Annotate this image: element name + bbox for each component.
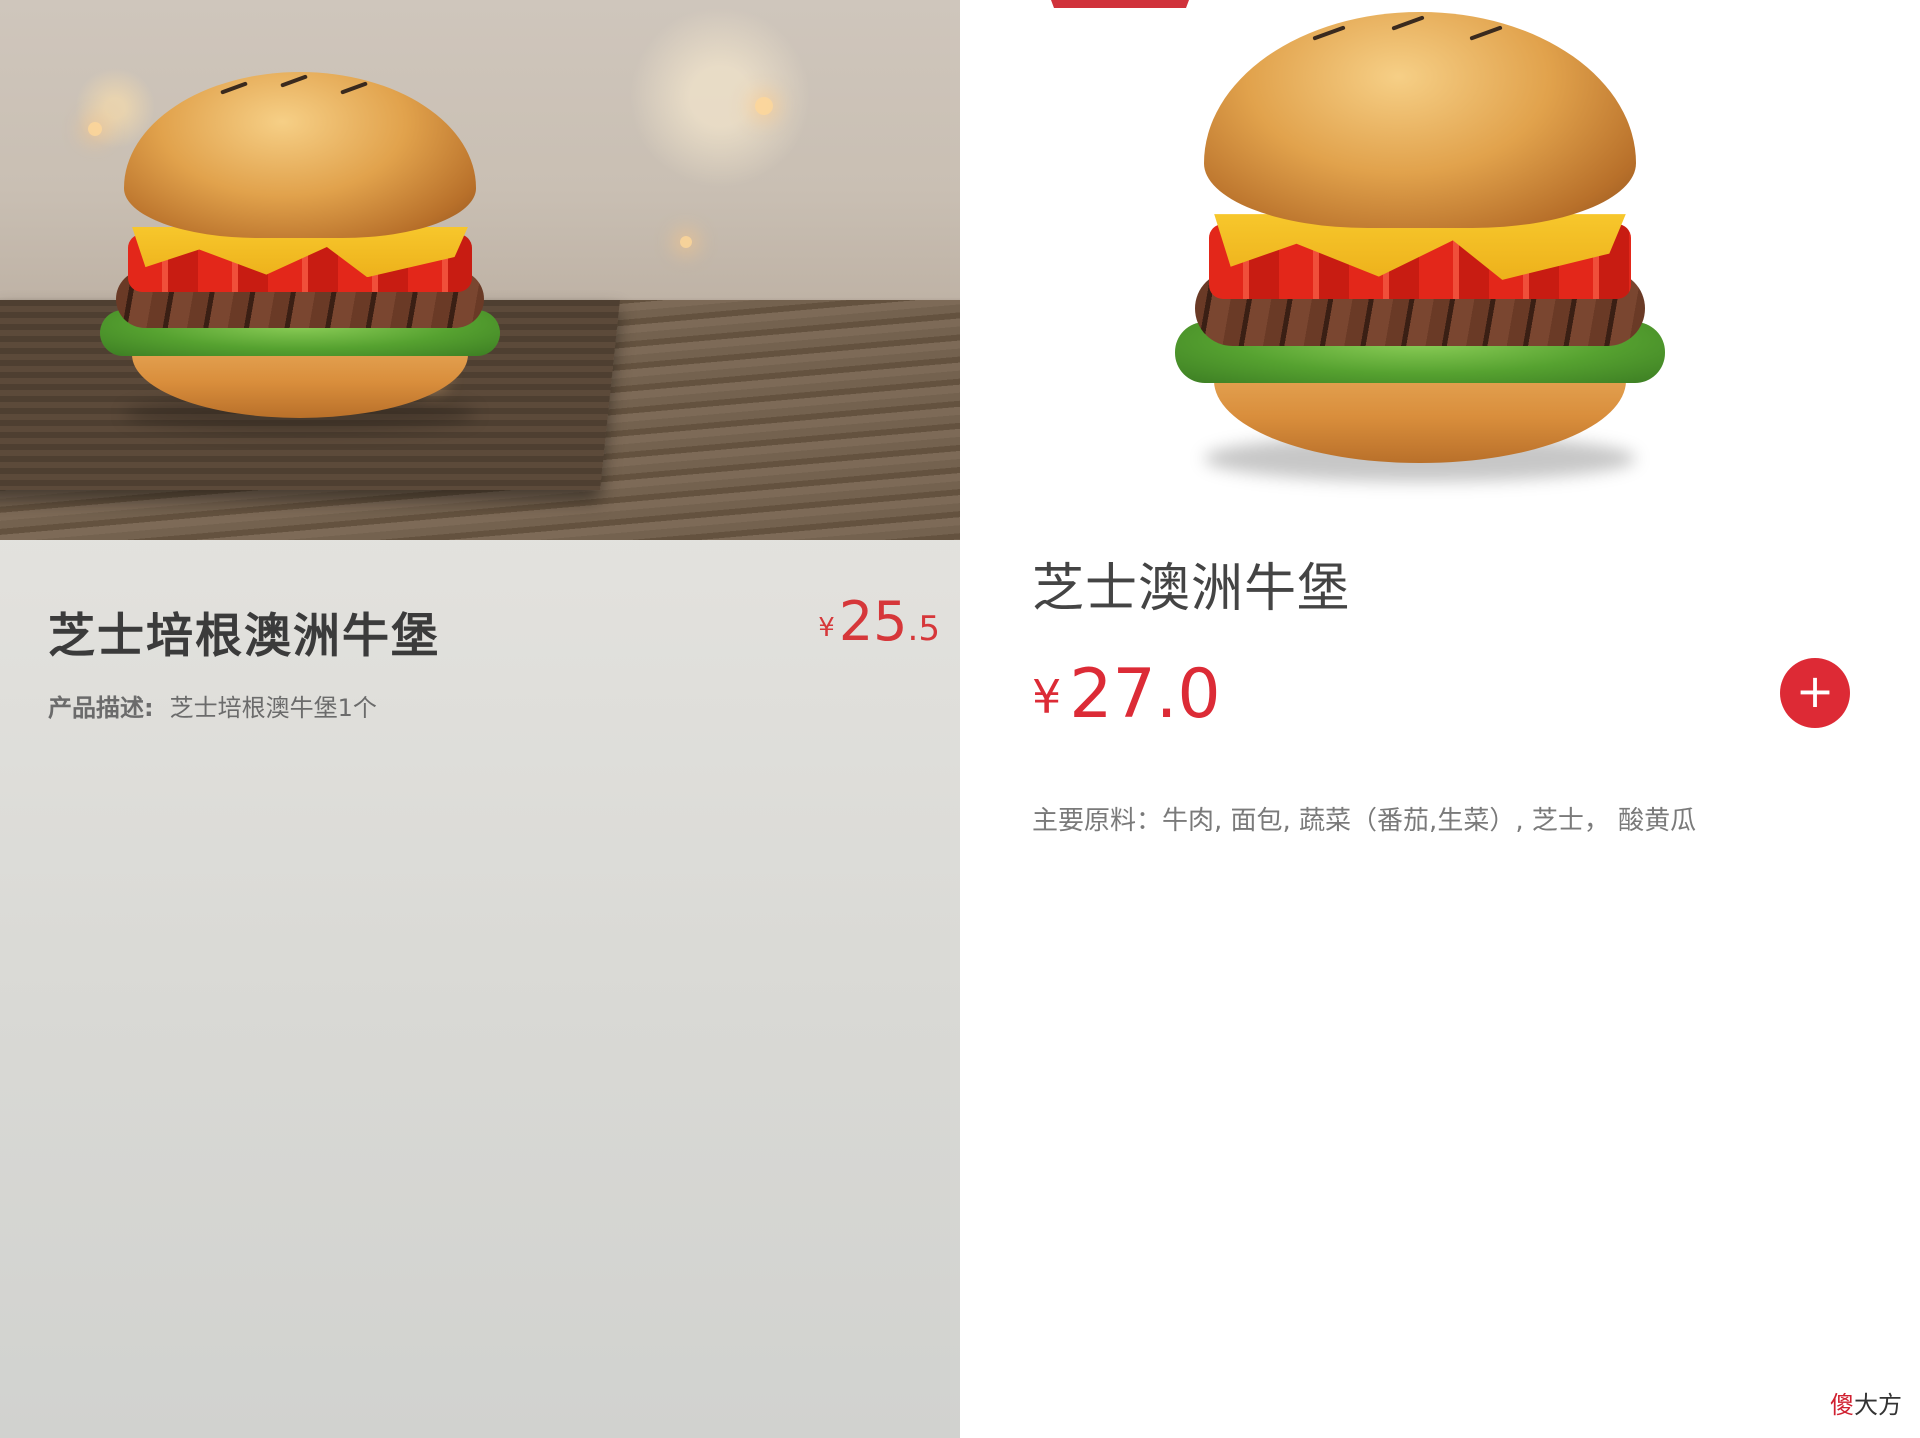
app-product-price: ¥27.0 [1032,655,1221,734]
burger-image [1175,12,1665,482]
price-currency: ¥ [1032,670,1062,724]
kiosk-product-price: ¥25.5 [818,590,940,653]
kiosk-product-title: 芝士培根澳洲牛堡 [48,609,440,664]
app-product-title: 芝士澳洲牛堡 [1032,559,1351,619]
price-integer: 25 [838,590,908,653]
kiosk-photo-panel: 芝士培根澳洲牛堡 ¥25.5 产品描述: 芝士培根澳牛堡1个 [0,0,960,1438]
red-tab-marker [1045,0,1195,8]
price-value: 27.0 [1069,655,1221,734]
burger-image [100,72,500,432]
description-value: 芝士培根澳牛堡1个 [169,694,377,722]
add-to-cart-button[interactable]: + [1780,658,1850,728]
watermark-rest: 大方 [1854,1391,1902,1419]
app-screen-panel: 芝士澳洲牛堡 ¥27.0 + 主要原料：牛肉, 面包, 蔬菜（番茄,生菜）, 芝… [960,0,1920,1438]
app-product-ingredients: 主要原料：牛肉, 面包, 蔬菜（番茄,生菜）, 芝士， 酸黄瓜 [1032,806,1697,836]
watermark: 傻大方 [1830,1385,1902,1420]
watermark-first-char: 傻 [1830,1391,1854,1419]
bokeh-light [680,236,692,248]
bokeh-light [755,97,773,115]
price-currency: ¥ [818,613,835,643]
kiosk-product-photo [0,0,960,540]
price-decimal: .5 [907,609,940,649]
kiosk-product-description: 产品描述: 芝士培根澳牛堡1个 [48,688,377,723]
plus-icon: + [1795,664,1835,718]
description-label: 产品描述: [48,694,154,722]
